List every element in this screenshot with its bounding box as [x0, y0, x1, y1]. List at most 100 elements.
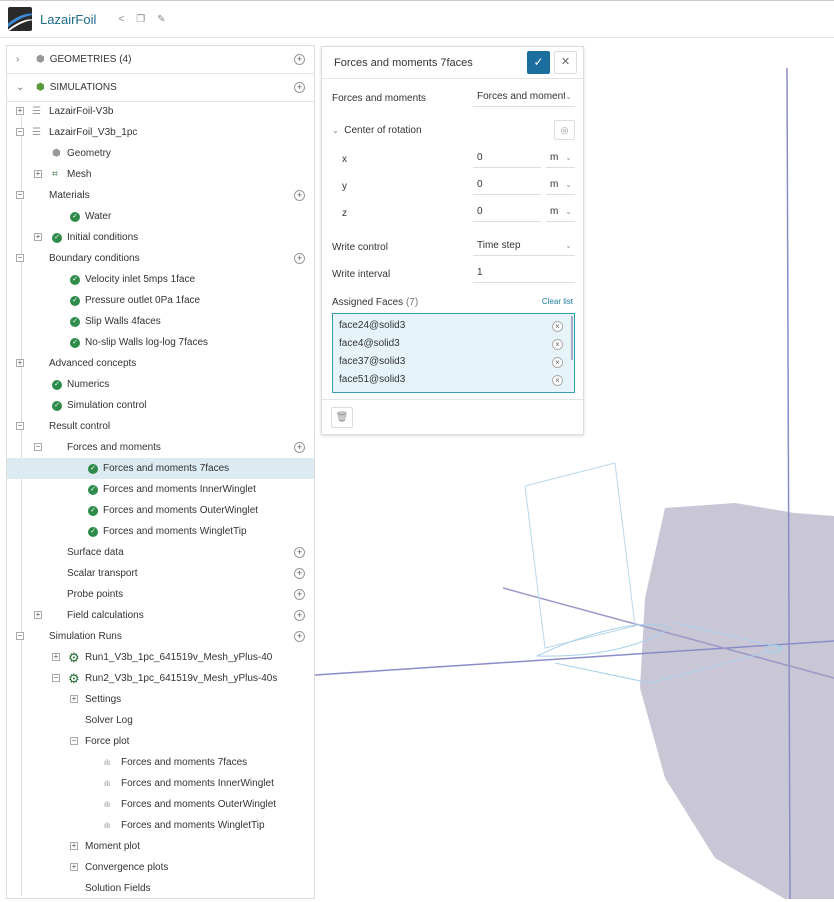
remove-face-icon[interactable]: ×: [552, 357, 563, 368]
add-item-button[interactable]: +: [294, 589, 305, 600]
coord-x-unit-select[interactable]: m ⌄: [546, 148, 575, 168]
share-icon[interactable]: <: [118, 14, 124, 25]
check-icon: ✓: [88, 463, 98, 474]
tree-item[interactable]: + ✓ Initial conditions: [7, 227, 314, 248]
collapse-icon[interactable]: −: [16, 191, 24, 199]
face-item: face4@solid3: [339, 338, 400, 349]
tree-item[interactable]: ✓ Numerics: [7, 374, 314, 395]
tree-item[interactable]: ✓ Simulation control: [7, 395, 314, 416]
tree-item-label: Field calculations: [67, 610, 144, 621]
tree-item[interactable]: + Moment plot: [7, 836, 314, 857]
expand-icon[interactable]: +: [16, 107, 24, 115]
expand-icon[interactable]: +: [70, 863, 78, 871]
write-control-select[interactable]: Time step ⌄: [473, 236, 575, 256]
tree-item-label: Force plot: [85, 736, 130, 747]
edit-icon[interactable]: ✎: [157, 14, 165, 25]
tree-item[interactable]: − Forces and moments +: [7, 437, 314, 458]
section-label: GEOMETRIES (4): [49, 54, 132, 65]
tree-item[interactable]: ⬢ Geometry: [7, 143, 314, 164]
collapse-icon[interactable]: −: [16, 254, 24, 262]
tree-item[interactable]: − ⚙ Run2_V3b_1pc_641519v_Mesh_yPlus-40s: [7, 668, 314, 689]
tree-item[interactable]: Probe points +: [7, 584, 314, 605]
add-simulation-button[interactable]: +: [294, 82, 305, 93]
expand-icon[interactable]: +: [34, 170, 42, 178]
add-item-button[interactable]: +: [294, 547, 305, 558]
tree-item[interactable]: − Boundary conditions +: [7, 248, 314, 269]
tree-item[interactable]: + Settings: [7, 689, 314, 710]
expand-icon[interactable]: +: [34, 233, 42, 241]
coord-z-unit-select[interactable]: m ⌄: [546, 202, 575, 222]
expand-icon[interactable]: +: [16, 359, 24, 367]
write-interval-input[interactable]: 1: [473, 263, 575, 283]
tree-item[interactable]: ✓ Pressure outlet 0Pa 1face: [7, 290, 314, 311]
tree-item[interactable]: ılı Forces and moments OuterWinglet: [7, 794, 314, 815]
check-icon: ✓: [88, 526, 98, 537]
coord-x-input[interactable]: 0: [473, 148, 541, 168]
tree-item[interactable]: ✓ Forces and moments InnerWinglet: [7, 479, 314, 500]
remove-face-icon[interactable]: ×: [552, 375, 563, 386]
tree-item[interactable]: Solver Log: [7, 710, 314, 731]
section-geometries[interactable]: › ⬢ GEOMETRIES (4) +: [7, 46, 314, 74]
assigned-faces-list[interactable]: face24@solid3 × face4@solid3 × face37@solid3…: [332, 313, 575, 393]
copy-icon[interactable]: ❐: [136, 14, 145, 25]
expand-icon[interactable]: +: [52, 653, 60, 661]
tree-item[interactable]: − Force plot: [7, 731, 314, 752]
add-item-button[interactable]: +: [294, 190, 305, 201]
tree-item[interactable]: ✓ Forces and moments 7faces: [7, 458, 314, 479]
tree-item[interactable]: + ☰ LazairFoil-V3b: [7, 101, 314, 122]
tree-item[interactable]: Scalar transport +: [7, 563, 314, 584]
tree-item[interactable]: + Advanced concepts: [7, 353, 314, 374]
tree-item[interactable]: ılı Forces and moments InnerWinglet: [7, 773, 314, 794]
collapse-icon[interactable]: −: [16, 128, 24, 136]
add-item-button[interactable]: +: [294, 610, 305, 621]
coord-y-unit-select[interactable]: m ⌄: [546, 175, 575, 195]
pick-point-button[interactable]: ◎: [554, 120, 575, 140]
add-item-button[interactable]: +: [294, 253, 305, 264]
tree-item[interactable]: + Field calculations +: [7, 605, 314, 626]
tree-item[interactable]: ✓ Slip Walls 4faces: [7, 311, 314, 332]
clear-list-link[interactable]: Clear list: [542, 297, 573, 306]
tree-item[interactable]: + Convergence plots: [7, 857, 314, 878]
check-icon: ✓: [70, 295, 80, 306]
coord-y-input[interactable]: 0: [473, 175, 541, 195]
section-simulations[interactable]: ⌄ ⬢ SIMULATIONS +: [7, 74, 314, 102]
tree-item[interactable]: ılı Forces and moments 7faces: [7, 752, 314, 773]
collapse-icon[interactable]: −: [16, 632, 24, 640]
tree-item[interactable]: ılı Forces and moments WingletTip: [7, 815, 314, 836]
add-item-button[interactable]: +: [294, 568, 305, 579]
tree-item[interactable]: Surface data +: [7, 542, 314, 563]
expand-icon[interactable]: +: [34, 611, 42, 619]
add-item-button[interactable]: +: [294, 442, 305, 453]
collapse-icon[interactable]: −: [16, 422, 24, 430]
tree-item[interactable]: ✓ No-slip Walls log-log 7faces: [7, 332, 314, 353]
expand-icon[interactable]: +: [70, 695, 78, 703]
delete-button[interactable]: 🗑: [331, 407, 353, 428]
coord-z-input[interactable]: 0: [473, 202, 541, 222]
collapse-icon[interactable]: −: [52, 674, 60, 682]
type-select[interactable]: Forces and moments ⌄: [473, 87, 575, 107]
tree-item[interactable]: ✓ Water: [7, 206, 314, 227]
tree-item[interactable]: − Result control: [7, 416, 314, 437]
add-geometry-button[interactable]: +: [294, 54, 305, 65]
tree-item[interactable]: Solution Fields: [7, 878, 314, 898]
confirm-button[interactable]: ✓: [527, 51, 550, 74]
tree-item[interactable]: + ⚙ Run1_V3b_1pc_641519v_Mesh_yPlus-40: [7, 647, 314, 668]
tree-item[interactable]: − Materials +: [7, 185, 314, 206]
tree-item[interactable]: ✓ Forces and moments WingletTip: [7, 521, 314, 542]
tree-item[interactable]: − Simulation Runs +: [7, 626, 314, 647]
check-icon: ✓: [52, 232, 62, 243]
tree-item[interactable]: ✓ Velocity inlet 5mps 1face: [7, 269, 314, 290]
add-item-button[interactable]: +: [294, 631, 305, 642]
remove-face-icon[interactable]: ×: [552, 321, 563, 332]
collapse-icon[interactable]: −: [34, 443, 42, 451]
expand-icon[interactable]: +: [70, 842, 78, 850]
collapse-icon[interactable]: −: [70, 737, 78, 745]
tree-item[interactable]: − ☰ LazairFoil_V3b_1pc: [7, 122, 314, 143]
scrollbar[interactable]: [571, 316, 573, 360]
close-button[interactable]: ✕: [554, 51, 577, 74]
tree-item[interactable]: + ⌗ Mesh: [7, 164, 314, 185]
coord-y-label: y: [342, 181, 347, 192]
tree-item[interactable]: ✓ Forces and moments OuterWinglet: [7, 500, 314, 521]
remove-face-icon[interactable]: ×: [552, 339, 563, 350]
center-of-rotation-toggle[interactable]: ⌄ Center of rotation: [332, 125, 422, 136]
